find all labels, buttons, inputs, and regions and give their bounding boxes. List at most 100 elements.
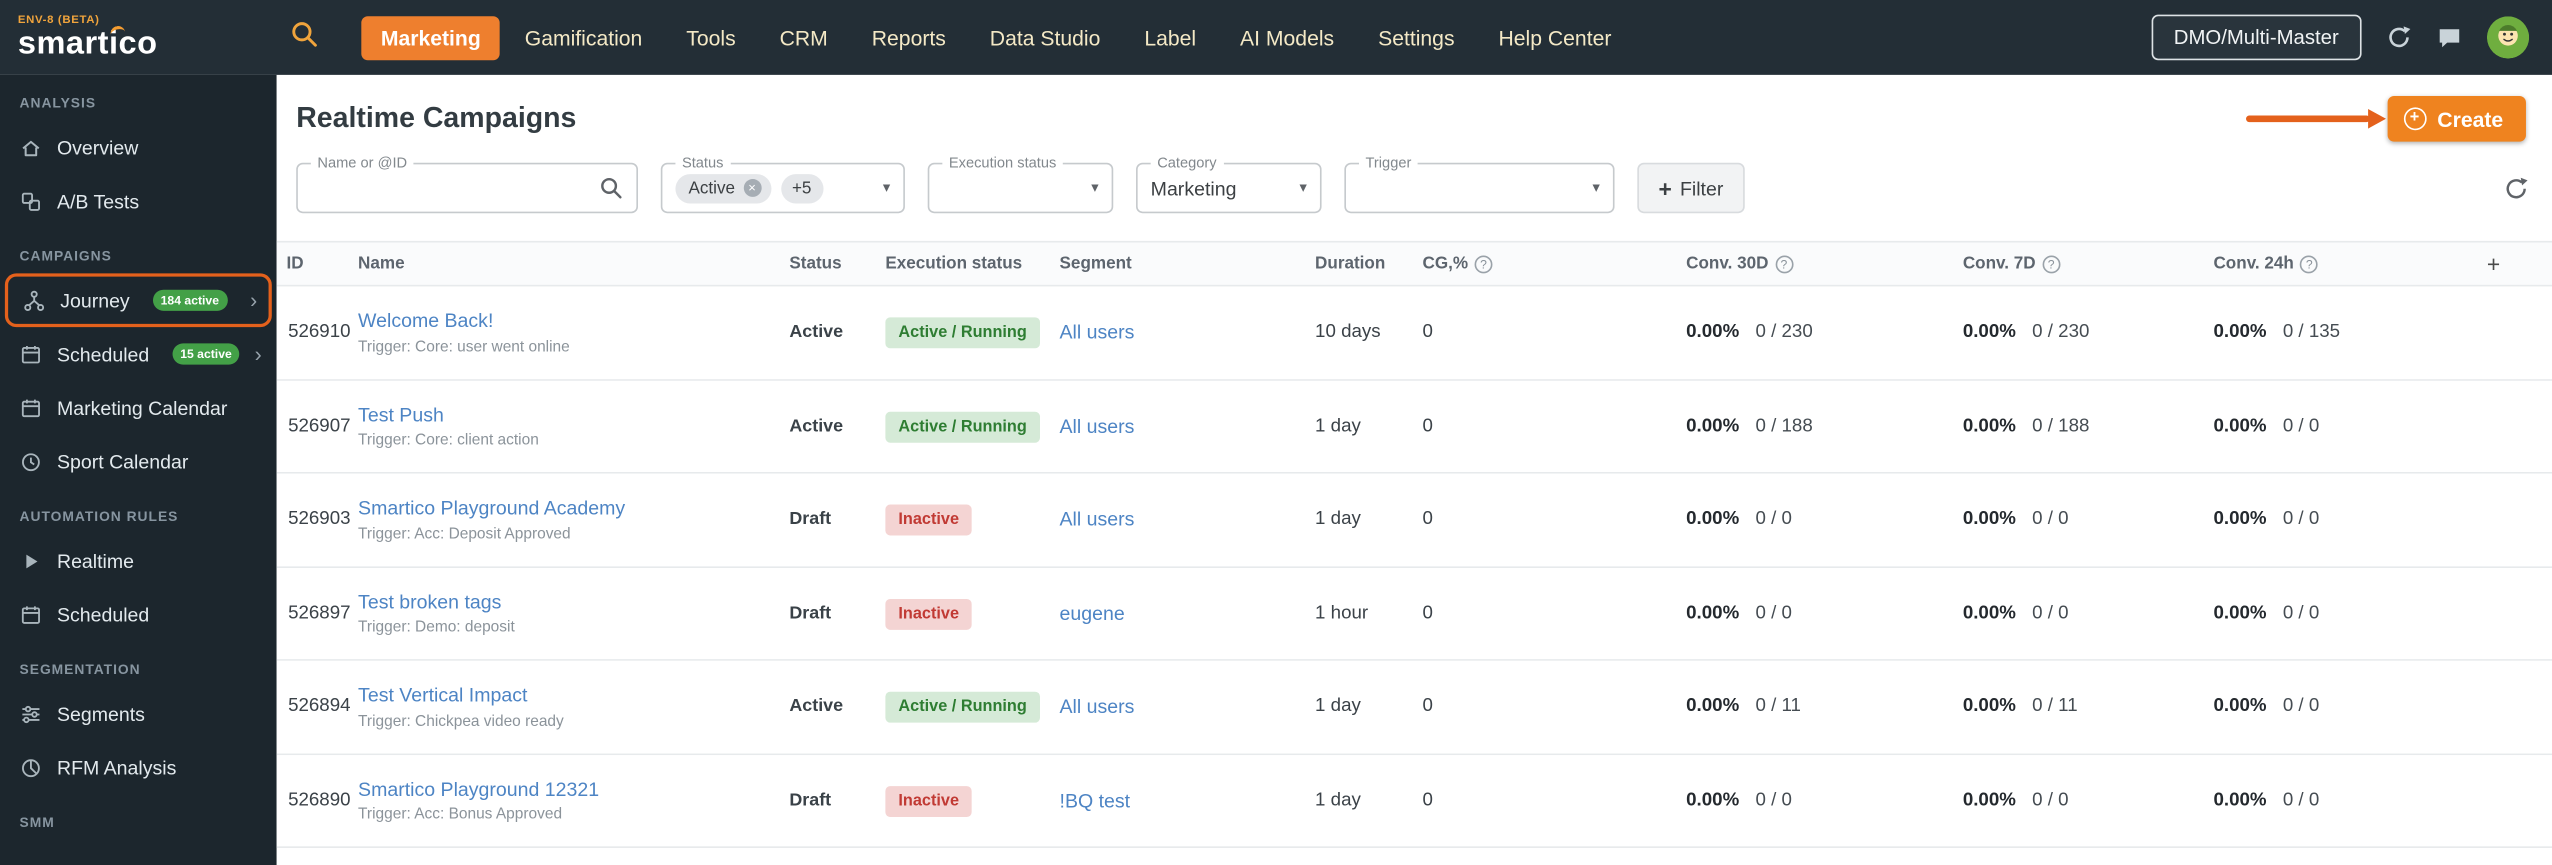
status-chip-more[interactable]: +5 <box>780 173 823 203</box>
sidebar-item-journey[interactable]: Journey 184 active › <box>4 273 272 328</box>
table-row[interactable]: 526890 Smartico Playground 12321 Trigger… <box>276 754 2552 848</box>
sidebar-item-label: Scheduled <box>56 603 150 626</box>
nav-item-label[interactable]: Label <box>1125 15 1216 59</box>
campaign-id: 526894 <box>288 696 351 717</box>
table-row[interactable]: 526897 Test broken tags Trigger: Demo: d… <box>276 567 2552 661</box>
help-icon[interactable]: ? <box>1774 255 1793 273</box>
add-filter-button[interactable]: + Filter <box>1637 162 1745 214</box>
add-column-icon[interactable]: + <box>2487 251 2500 277</box>
help-icon[interactable]: ? <box>1474 255 1493 273</box>
table-row[interactable]: 526907 Test Push Trigger: Core: client a… <box>276 380 2552 474</box>
campaign-trigger: Trigger: Core: user went online <box>358 337 570 356</box>
create-button[interactable]: + Create <box>2386 96 2526 142</box>
refresh-table-icon[interactable] <box>2503 175 2529 201</box>
conv-24h: 0.00% 0 / 0 <box>2213 696 2320 717</box>
sidebar-item-label: A/B Tests <box>56 189 140 213</box>
name-search-input[interactable] <box>310 176 599 200</box>
col-header-id: ID <box>286 253 304 274</box>
conv-24h: 0.00% 0 / 0 <box>2213 790 2320 811</box>
sidebar-item-overview[interactable]: Overview <box>0 120 277 174</box>
chevron-down-icon: ▾ <box>882 179 891 196</box>
duration: 10 days <box>1315 322 1381 343</box>
segment-cell: !BQ test <box>1060 786 1316 815</box>
segment-cell: All users <box>1060 411 1316 440</box>
sidebar-item-label: Sport Calendar <box>56 450 189 473</box>
sidebar-item-realtime-rules[interactable]: Realtime <box>0 534 277 588</box>
nav-item-help-center[interactable]: Help Center <box>1479 15 1631 59</box>
execution-status-select[interactable]: Execution status ▾ <box>927 153 1114 214</box>
campaign-status: Draft <box>789 603 832 623</box>
status-select[interactable]: Status Active × +5 ▾ <box>660 153 905 214</box>
nav-item-crm[interactable]: CRM <box>760 15 847 59</box>
sidebar-item-ab-tests[interactable]: A/B Tests <box>0 174 277 228</box>
account-selector[interactable]: DMO/Multi-Master <box>2150 14 2362 61</box>
name-search-field[interactable]: Name or @ID <box>296 153 638 214</box>
chevron-right-icon: › <box>250 288 258 313</box>
col-header-status: Status <box>789 253 842 274</box>
segment-link[interactable]: All users <box>1060 415 1135 438</box>
duration: 1 hour <box>1315 603 1369 623</box>
sidebar-item-scheduled-campaigns[interactable]: Scheduled 15 active › <box>0 327 277 381</box>
campaign-trigger: Trigger: Core: client action <box>358 431 539 450</box>
help-icon[interactable]: ? <box>2042 255 2061 273</box>
table-row[interactable]: 526894 Test Vertical Impact Trigger: Chi… <box>276 660 2552 755</box>
sidebar-item-scheduled-rules[interactable]: Scheduled <box>0 588 277 642</box>
segment-link[interactable]: All users <box>1060 508 1135 531</box>
campaign-trigger: Trigger: Demo: deposit <box>358 618 515 637</box>
sidebar-item-marketing-calendar[interactable]: Marketing Calendar <box>0 381 277 435</box>
calendar-icon <box>21 605 40 624</box>
status-chip-active[interactable]: Active × <box>675 173 771 203</box>
brand-logo[interactable]: ENV-8 (BETA) smartico <box>0 14 277 61</box>
execution-status-cell: Inactive <box>885 784 1059 817</box>
status-field-label: Status <box>675 153 730 172</box>
execution-status-badge: Inactive <box>885 785 973 817</box>
refresh-icon[interactable] <box>2386 24 2412 50</box>
chip-remove-icon[interactable]: × <box>743 179 762 197</box>
journey-icon <box>24 289 45 311</box>
campaign-name-link[interactable]: Welcome Back! <box>358 309 493 332</box>
segment-link[interactable]: !BQ test <box>1060 789 1131 812</box>
nav-item-marketing[interactable]: Marketing <box>361 15 501 60</box>
nav-item-ai-models[interactable]: AI Models <box>1221 15 1354 59</box>
sidebar-item-label: Segments <box>56 702 145 726</box>
segment-link[interactable]: eugene <box>1060 602 1125 625</box>
trigger-select[interactable]: Trigger ▾ <box>1344 153 1615 214</box>
nav-item-gamification[interactable]: Gamification <box>505 15 662 59</box>
campaign-name-link[interactable]: Test Push <box>358 403 444 426</box>
segment-link[interactable]: All users <box>1060 695 1135 718</box>
sidebar: ANALYSIS Overview A/B Tests CAMPAIGNS Jo… <box>0 74 277 865</box>
nav-item-reports[interactable]: Reports <box>852 15 965 59</box>
sidebar-item-sport-calendar[interactable]: Sport Calendar <box>0 435 277 489</box>
col-header-execution-status: Execution status <box>885 253 1023 274</box>
chat-icon[interactable] <box>2436 24 2462 50</box>
nav-item-settings[interactable]: Settings <box>1359 15 1475 59</box>
sidebar-item-rfm-analysis[interactable]: RFM Analysis <box>0 741 277 795</box>
sidebar-item-segments[interactable]: Segments <box>0 687 277 741</box>
cg-percent: 0 <box>1422 790 1433 811</box>
search-icon[interactable] <box>599 176 623 200</box>
search-icon[interactable] <box>290 19 319 56</box>
execution-status-cell: Active / Running <box>885 316 1059 349</box>
category-field-label: Category <box>1150 153 1224 172</box>
filter-button-label: Filter <box>1679 176 1724 200</box>
campaign-id: 526890 <box>288 790 351 811</box>
table-row[interactable]: 526903 Smartico Playground Academy Trigg… <box>276 473 2552 568</box>
user-avatar[interactable] <box>2486 16 2530 59</box>
nav-item-tools[interactable]: Tools <box>667 15 755 59</box>
campaign-name-link[interactable]: Smartico Playground 12321 <box>358 777 599 800</box>
category-select[interactable]: Category Marketing ▾ <box>1136 153 1322 214</box>
calendar-icon <box>21 398 40 417</box>
execution-status-cell: Active / Running <box>885 410 1059 443</box>
table-row[interactable]: 526910 Welcome Back! Trigger: Core: user… <box>276 286 2552 381</box>
nav-item-data-studio[interactable]: Data Studio <box>970 15 1120 59</box>
help-icon[interactable]: ? <box>2300 255 2319 273</box>
conv-24h: 0.00% 0 / 0 <box>2213 509 2320 530</box>
sidebar-item-label: RFM Analysis <box>56 755 177 779</box>
conv-7d: 0.00% 0 / 230 <box>1962 322 2090 343</box>
campaign-name-link[interactable]: Test broken tags <box>358 590 501 613</box>
campaign-name-link[interactable]: Smartico Playground Academy <box>358 496 625 519</box>
campaign-name-link[interactable]: Test Vertical Impact <box>358 684 527 707</box>
segment-link[interactable]: All users <box>1060 321 1135 344</box>
calendar-icon <box>21 345 40 363</box>
col-header-duration: Duration <box>1315 253 1386 274</box>
